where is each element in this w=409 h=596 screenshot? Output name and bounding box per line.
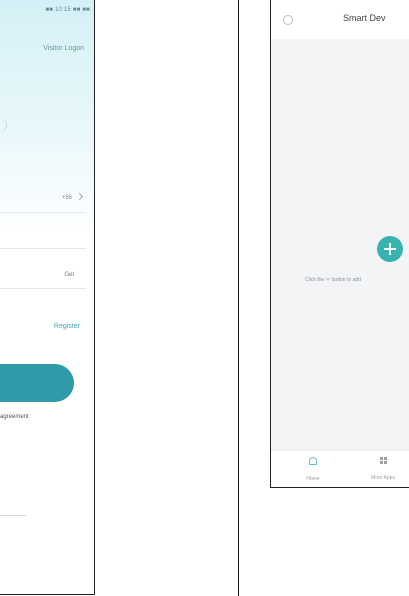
get-code-button[interactable]: Get bbox=[64, 272, 74, 278]
login-screen: ■■ 10:15 ■■ ■■ Visitor Logon +86 Get Reg… bbox=[0, 0, 95, 595]
register-link[interactable]: Register bbox=[54, 323, 80, 330]
login-button[interactable] bbox=[0, 364, 74, 402]
tab-home[interactable]: Home bbox=[293, 457, 333, 485]
profile-icon[interactable] bbox=[283, 15, 293, 25]
tab-label: More Apps bbox=[371, 475, 395, 481]
phone-number-input[interactable] bbox=[0, 222, 86, 249]
add-device-button[interactable] bbox=[377, 236, 403, 262]
grid-icon bbox=[379, 457, 387, 464]
chevron-right-icon bbox=[75, 192, 84, 201]
header-bar: Smart Dev bbox=[271, 0, 409, 39]
status-bar-text: ■■ 10:15 ■■ ■■ bbox=[45, 7, 90, 13]
verification-code-input[interactable]: Get bbox=[0, 262, 86, 289]
empty-state-hint: Click the '+' button to add bbox=[305, 277, 361, 283]
other-login-divider bbox=[0, 515, 26, 516]
tab-more-apps[interactable]: More Apps bbox=[363, 457, 403, 484]
region-value: +86 bbox=[61, 195, 72, 201]
visitor-logon-link[interactable]: Visitor Logon bbox=[43, 45, 84, 52]
app-logo-icon bbox=[0, 118, 7, 132]
agreement-text[interactable]: agreement bbox=[0, 414, 29, 420]
smart-devices-screen: Smart Dev Click the '+' button to add Ho… bbox=[270, 0, 409, 488]
home-icon bbox=[309, 457, 317, 465]
tab-label: Home bbox=[306, 476, 320, 482]
bottom-tab-bar: Home More Apps bbox=[271, 450, 409, 487]
screenshot-canvas: ■■ 10:15 ■■ ■■ Visitor Logon +86 Get Reg… bbox=[0, 0, 409, 596]
region-select[interactable]: +86 bbox=[0, 186, 86, 213]
page-title: Smart Dev bbox=[343, 13, 386, 23]
page-divider bbox=[238, 0, 239, 596]
